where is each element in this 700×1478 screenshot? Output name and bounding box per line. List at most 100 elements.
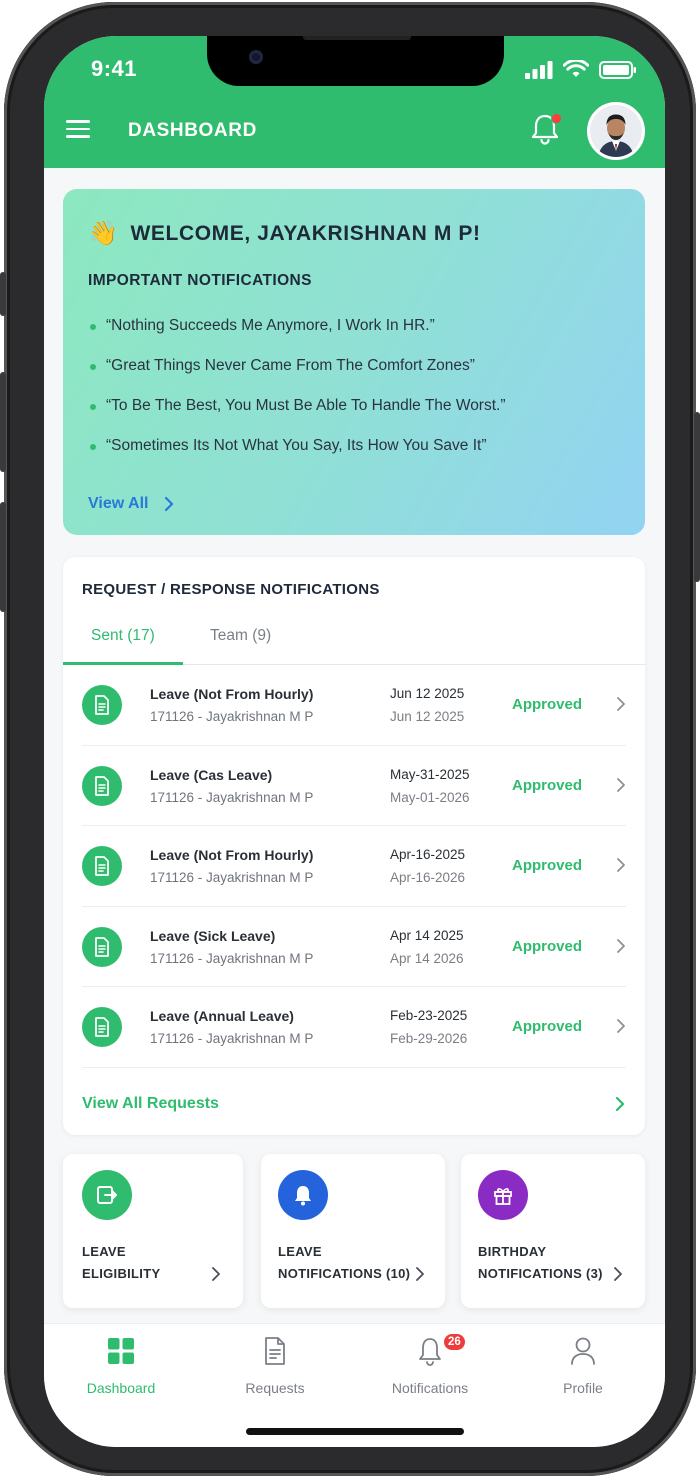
request-start-date: May-31-2025 bbox=[390, 766, 470, 782]
table-row[interactable]: Leave (Not From Hourly) 171126 - Jayakri… bbox=[82, 665, 626, 746]
document-icon bbox=[265, 1337, 285, 1365]
status-time: 9:41 bbox=[91, 56, 138, 81]
welcome-heading: 👋 WELCOME, JAYAKRISHNAN M P! bbox=[88, 219, 481, 248]
request-start-date: Apr 14 2025 bbox=[390, 927, 464, 943]
nav-profile[interactable]: Profile bbox=[523, 1334, 643, 1396]
document-icon bbox=[82, 765, 122, 806]
request-employee: 171126 - Jayakrishnan M P bbox=[150, 1031, 314, 1046]
avatar-photo-icon bbox=[590, 105, 642, 157]
request-start-date: Jun 12 2025 bbox=[390, 686, 465, 701]
view-all-label: View All bbox=[88, 495, 149, 512]
avatar[interactable] bbox=[587, 102, 645, 160]
status-badge: Approved bbox=[512, 1018, 583, 1035]
quote-text: “Great Things Never Came From The Comfor… bbox=[106, 357, 475, 374]
request-end-date: Apr 14 2026 bbox=[390, 950, 464, 966]
menu-icon[interactable] bbox=[66, 120, 90, 138]
volume-up-button bbox=[0, 372, 6, 472]
status-badge: Approved bbox=[512, 857, 583, 874]
card-label-line2: ELIGIBILITY bbox=[82, 1266, 161, 1281]
chevron-right-icon bbox=[617, 858, 625, 872]
request-start-date: Feb-23-2025 bbox=[390, 1008, 468, 1023]
document-icon bbox=[82, 846, 122, 886]
request-name: Leave (Sick Leave) bbox=[150, 927, 276, 944]
requests-card: REQUEST / RESPONSE NOTIFICATIONS Sent (1… bbox=[63, 557, 645, 1135]
important-notifications-title: IMPORTANT NOTIFICATIONS bbox=[88, 272, 312, 289]
view-all-requests-link[interactable]: View All Requests bbox=[82, 1095, 219, 1113]
tab-sent[interactable]: Sent (17) bbox=[91, 627, 155, 665]
chevron-right-icon bbox=[617, 697, 625, 711]
nav-notifications-label: Notifications bbox=[391, 1380, 469, 1396]
quote-text: “Nothing Succeeds Me Anymore, I Work In … bbox=[106, 317, 435, 334]
notch bbox=[207, 36, 504, 86]
quote-text: “Sometimes Its Not What You Say, Its How… bbox=[106, 437, 487, 454]
screen: 9:41 DASHBOARD 👋 WELCOME, JAYAKRISHNAN M… bbox=[44, 36, 665, 1447]
card-label-line1: BIRTHDAY bbox=[478, 1244, 547, 1259]
quote-item: “Nothing Succeeds Me Anymore, I Work In … bbox=[88, 317, 506, 357]
request-start-date: Apr-16-2025 bbox=[390, 847, 466, 862]
nav-dashboard[interactable]: Dashboard bbox=[61, 1334, 181, 1396]
request-name: Leave (Cas Leave) bbox=[150, 766, 273, 783]
nav-dashboard-label: Dashboard bbox=[86, 1380, 156, 1396]
table-row[interactable]: Leave (Cas Leave) 171126 - Jayakrishnan … bbox=[82, 746, 626, 826]
chevron-right-icon bbox=[617, 938, 625, 953]
card-label-line2: NOTIFICATIONS (3) bbox=[478, 1266, 603, 1281]
card-label-line2: NOTIFICATIONS (10) bbox=[278, 1266, 411, 1281]
welcome-text: WELCOME, JAYAKRISHNAN M P! bbox=[130, 221, 481, 245]
status-icons bbox=[525, 60, 637, 79]
notification-dot bbox=[551, 113, 562, 124]
view-all-link[interactable]: View All bbox=[88, 495, 174, 513]
chevron-right-icon[interactable] bbox=[615, 1096, 625, 1112]
quote-text: “To Be The Best, You Must Be Able To Han… bbox=[106, 397, 506, 414]
document-icon bbox=[82, 926, 122, 967]
status-badge: Approved bbox=[512, 937, 583, 955]
birthday-notifications-card[interactable]: BIRTHDAY NOTIFICATIONS (3) bbox=[461, 1154, 645, 1308]
request-end-date: Jun 12 2025 bbox=[390, 709, 465, 724]
phone-frame: 9:41 DASHBOARD 👋 WELCOME, JAYAKRISHNAN M… bbox=[0, 2, 700, 1476]
chevron-right-icon bbox=[617, 1019, 625, 1033]
chevron-right-icon bbox=[617, 777, 625, 792]
battery-icon bbox=[599, 60, 636, 79]
card-label-line1: LEAVE bbox=[82, 1244, 126, 1259]
quote-item: “Great Things Never Came From The Comfor… bbox=[88, 357, 506, 397]
camera-dot bbox=[249, 50, 263, 64]
table-row[interactable]: Leave (Annual Leave) 171126 - Jayakrishn… bbox=[82, 987, 626, 1068]
card-label: LEAVE ELIGIBILITY bbox=[82, 1241, 160, 1285]
table-row[interactable]: Leave (Not From Hourly) 171126 - Jayakri… bbox=[82, 826, 626, 907]
tab-team[interactable]: Team (9) bbox=[210, 627, 271, 665]
speaker-grill bbox=[303, 36, 411, 40]
exit-icon bbox=[82, 1170, 132, 1220]
request-name: Leave (Not From Hourly) bbox=[150, 686, 314, 702]
card-label-line1: LEAVE bbox=[278, 1244, 322, 1259]
request-end-date: Apr-16-2026 bbox=[390, 870, 466, 885]
chevron-right-icon bbox=[212, 1267, 220, 1281]
table-row[interactable]: Leave (Sick Leave) 171126 - Jayakrishnan… bbox=[82, 907, 626, 987]
person-icon bbox=[571, 1337, 595, 1365]
leave-eligibility-card[interactable]: LEAVE ELIGIBILITY bbox=[63, 1154, 243, 1308]
card-label: LEAVE NOTIFICATIONS (10) bbox=[278, 1241, 410, 1285]
request-employee: 171126 - Jayakrishnan M P bbox=[150, 709, 314, 724]
request-employee: 171126 - Jayakrishnan M P bbox=[150, 950, 314, 966]
welcome-card: 👋 WELCOME, JAYAKRISHNAN M P! IMPORTANT N… bbox=[63, 189, 645, 535]
request-name: Leave (Not From Hourly) bbox=[150, 847, 314, 863]
power-button bbox=[694, 412, 700, 582]
request-list: Leave (Not From Hourly) 171126 - Jayakri… bbox=[82, 665, 626, 1068]
request-employee: 171126 - Jayakrishnan M P bbox=[150, 789, 314, 805]
cellular-signal-icon bbox=[525, 60, 553, 79]
chevron-right-icon bbox=[165, 496, 174, 512]
document-icon bbox=[82, 1007, 122, 1047]
home-indicator bbox=[246, 1428, 464, 1435]
bell-icon bbox=[419, 1338, 441, 1366]
notification-count-badge: 26 bbox=[442, 1332, 467, 1352]
chevron-right-icon bbox=[416, 1267, 424, 1281]
card-label: BIRTHDAY NOTIFICATIONS (3) bbox=[478, 1241, 603, 1285]
nav-profile-label: Profile bbox=[563, 1380, 603, 1396]
leave-notifications-card[interactable]: LEAVE NOTIFICATIONS (10) bbox=[261, 1154, 445, 1308]
status-badge: Approved bbox=[512, 696, 583, 713]
page-title: DASHBOARD bbox=[128, 120, 257, 141]
quotes-list: “Nothing Succeeds Me Anymore, I Work In … bbox=[88, 317, 506, 477]
wifi-icon bbox=[563, 60, 589, 77]
nav-requests[interactable]: Requests bbox=[215, 1334, 335, 1396]
nav-notifications[interactable]: 26 Notifications bbox=[370, 1332, 490, 1396]
quote-item: “To Be The Best, You Must Be Able To Han… bbox=[88, 397, 506, 437]
status-badge: Approved bbox=[512, 776, 583, 794]
